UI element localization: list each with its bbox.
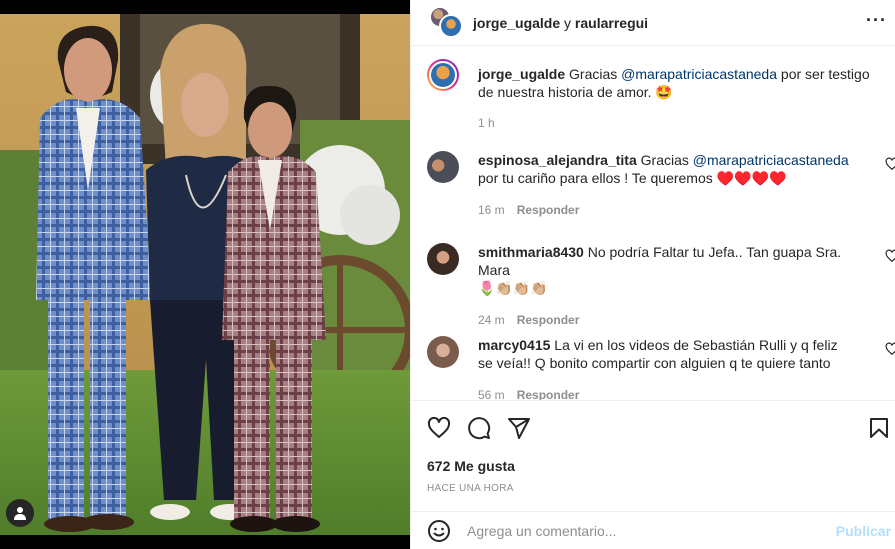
- send-icon[interactable]: [507, 416, 531, 440]
- comment-icon[interactable]: [467, 416, 491, 440]
- more-horizontal-icon[interactable]: ···: [866, 10, 887, 31]
- heart-icon[interactable]: [885, 249, 895, 263]
- comment-username[interactable]: marcy0415: [478, 337, 550, 353]
- post-actions: 672 Me gusta HACE UNA HORA: [411, 400, 895, 510]
- emoji-icon[interactable]: [427, 519, 451, 543]
- avatar[interactable]: [427, 243, 459, 275]
- action-bar: [427, 416, 895, 440]
- post-authors: jorge_ugalde y raularregui: [473, 15, 648, 31]
- comment-time: 56 m: [478, 388, 505, 400]
- author-link[interactable]: jorge_ugalde: [473, 15, 560, 31]
- post-image: [0, 14, 410, 535]
- list-item: espinosa_alejandra_tita Gracias @marapat…: [427, 151, 895, 219]
- list-item: smithmaria8430 No podría Faltar tu Jefa.…: [427, 243, 895, 329]
- avatar[interactable]: [439, 13, 463, 38]
- post-sidebar: jorge_ugalde y raularregui ··· jorge_uga…: [410, 0, 895, 549]
- add-comment-bar: Publicar: [411, 511, 895, 549]
- caption: jorge_ugalde Gracias @marapatriciacastan…: [427, 59, 895, 132]
- comment-input[interactable]: [467, 522, 827, 539]
- heart-icon[interactable]: [427, 416, 451, 440]
- comment-time: 16 m: [478, 203, 505, 217]
- comment-time: 24 m: [478, 313, 505, 327]
- coauthor-link[interactable]: raularregui: [575, 15, 648, 31]
- collab-avatars[interactable]: [429, 5, 465, 40]
- list-item: marcy0415 La vi en los videos de Sebasti…: [427, 336, 895, 400]
- mention-link[interactable]: @marapatriciacastaneda: [621, 66, 777, 82]
- heart-icon[interactable]: [885, 157, 895, 171]
- comment-username[interactable]: smithmaria8430: [478, 244, 584, 260]
- likes-count[interactable]: 672 Me gusta: [427, 458, 515, 474]
- heart-icon[interactable]: [885, 342, 895, 356]
- publish-button[interactable]: Publicar: [836, 523, 891, 539]
- reply-button[interactable]: Responder: [517, 313, 580, 327]
- caption-username[interactable]: jorge_ugalde: [478, 66, 565, 82]
- avatar[interactable]: [427, 336, 459, 368]
- post-photo[interactable]: [0, 0, 410, 549]
- comment-emojis: 🌷👏🏼👏🏼👏🏼: [478, 280, 548, 296]
- tag-people-button[interactable]: [6, 499, 34, 527]
- author-conjunction: y: [564, 14, 572, 31]
- caption-time: 1 h: [478, 116, 495, 130]
- post-header: jorge_ugalde y raularregui ···: [411, 0, 895, 46]
- reply-button[interactable]: Responder: [517, 388, 580, 400]
- post-timestamp[interactable]: HACE UNA HORA: [427, 483, 514, 494]
- reply-button[interactable]: Responder: [517, 203, 580, 217]
- avatar[interactable]: [427, 59, 459, 91]
- avatar[interactable]: [427, 151, 459, 183]
- user-tag-icon: [14, 507, 26, 520]
- comments-list[interactable]: jorge_ugalde Gracias @marapatriciacastan…: [411, 47, 895, 400]
- mention-link[interactable]: @marapatriciacastaneda: [693, 152, 849, 168]
- comment-username[interactable]: espinosa_alejandra_tita: [478, 152, 637, 168]
- bookmark-icon[interactable]: [867, 416, 891, 440]
- heart-emojis: ♥️♥️♥️♥️: [716, 170, 787, 186]
